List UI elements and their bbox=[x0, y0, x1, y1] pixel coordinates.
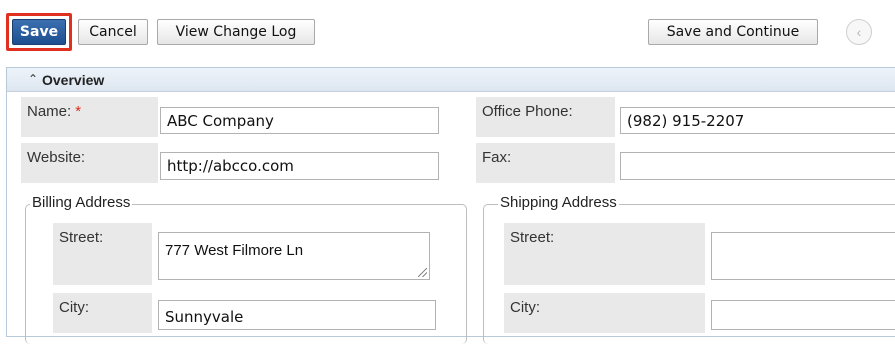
website-label-text: Website: bbox=[27, 149, 86, 166]
previous-record-button[interactable]: ‹ bbox=[846, 19, 872, 45]
billing-street-label: Street: bbox=[53, 223, 152, 285]
chevron-left-icon: ‹ bbox=[856, 24, 862, 40]
shipping-street-input[interactable] bbox=[711, 232, 895, 280]
shipping-street-label-text: Street: bbox=[510, 229, 555, 246]
billing-city-input[interactable]: Sunnyvale bbox=[158, 300, 436, 330]
resize-grip-icon[interactable] bbox=[418, 268, 427, 277]
fax-label: Fax: bbox=[476, 143, 615, 183]
website-input[interactable]: http://abcco.com bbox=[160, 152, 439, 180]
billing-city-label-text: City: bbox=[59, 299, 89, 316]
fax-label-text: Fax: bbox=[482, 149, 512, 166]
billing-street-input[interactable]: 777 West Filmore Ln bbox=[158, 232, 430, 280]
office-phone-label: Office Phone: bbox=[476, 97, 615, 137]
billing-street-label-text: Street: bbox=[59, 229, 104, 246]
panel-title: Overview bbox=[42, 72, 105, 88]
name-input[interactable]: ABC Company bbox=[160, 107, 439, 134]
name-label: Name: * bbox=[21, 97, 158, 137]
view-change-log-button[interactable]: View Change Log bbox=[157, 19, 315, 45]
office-phone-label-text: Office Phone: bbox=[482, 103, 573, 120]
shipping-city-input[interactable] bbox=[711, 300, 895, 330]
required-marker: * bbox=[75, 103, 82, 120]
panel-header[interactable]: ⌃ Overview bbox=[7, 68, 895, 92]
name-label-text: Name: bbox=[27, 103, 72, 120]
office-phone-input[interactable]: (982) 915-2207 bbox=[620, 107, 895, 134]
shipping-city-label: City: bbox=[504, 293, 705, 333]
billing-street-value: 777 West Filmore Ln bbox=[165, 242, 304, 259]
billing-city-label: City: bbox=[53, 293, 152, 333]
collapse-icon[interactable]: ⌃ bbox=[28, 72, 38, 86]
cancel-button[interactable]: Cancel bbox=[78, 19, 148, 45]
save-button[interactable]: Save bbox=[12, 19, 66, 45]
shipping-street-label: Street: bbox=[504, 223, 705, 285]
save-and-continue-button[interactable]: Save and Continue bbox=[648, 19, 818, 45]
billing-address-legend: Billing Address bbox=[30, 194, 133, 211]
shipping-address-legend: Shipping Address bbox=[498, 194, 619, 211]
shipping-city-label-text: City: bbox=[510, 299, 540, 316]
website-label: Website: bbox=[21, 143, 158, 183]
overview-panel: ⌃ Overview Name: * ABC Company Office Pho… bbox=[6, 67, 895, 344]
fax-input[interactable] bbox=[620, 152, 895, 180]
